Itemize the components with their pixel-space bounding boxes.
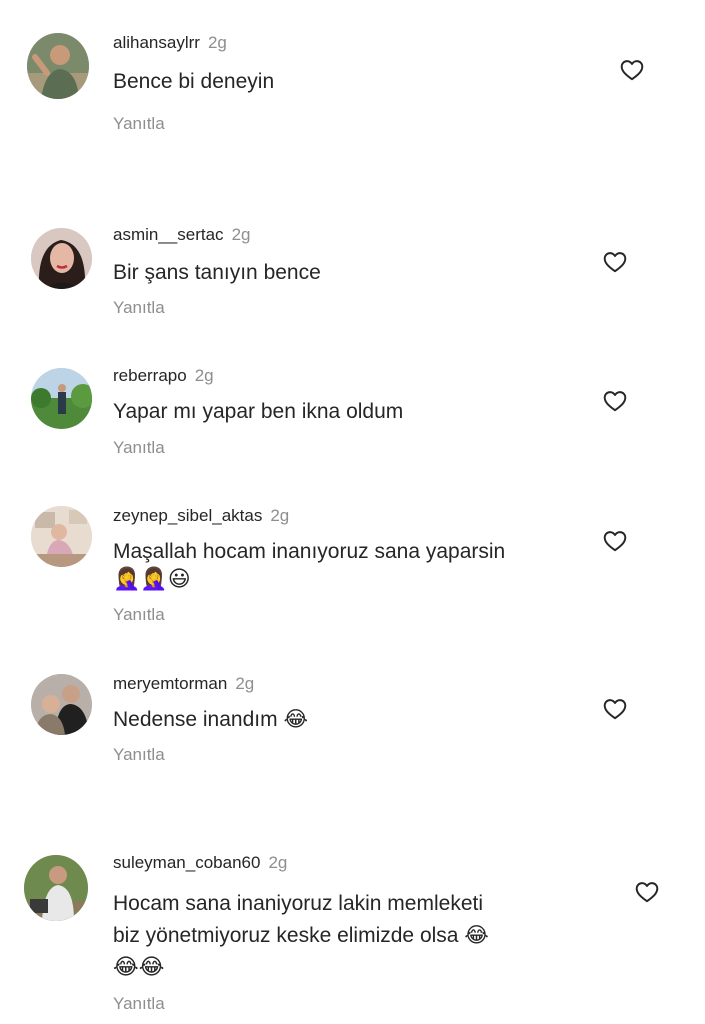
comment-text: Bence bi deneyin bbox=[113, 70, 275, 93]
username[interactable]: asmin__sertac bbox=[113, 225, 224, 244]
comment-text: Nedense inandım 😂 bbox=[113, 708, 308, 731]
heart-outline-icon[interactable] bbox=[634, 879, 660, 905]
reply-button[interactable]: Yanıtla bbox=[113, 114, 165, 134]
avatar-image bbox=[31, 228, 92, 289]
reply-button[interactable]: Yanıtla bbox=[113, 994, 165, 1014]
heart-outline-icon[interactable] bbox=[602, 249, 628, 275]
comment-text-line-1: Hocam sana inaniyoruz lakin memleketi bbox=[113, 892, 483, 915]
comment-item: reberrapo 2g Yapar mı yapar ben ikna oldu… bbox=[0, 340, 705, 480]
timestamp: 2g bbox=[235, 674, 255, 693]
heart-outline-icon[interactable] bbox=[602, 528, 628, 554]
timestamp: 2g bbox=[194, 366, 214, 385]
reply-button[interactable]: Yanıtla bbox=[113, 438, 165, 458]
heart-outline-icon[interactable] bbox=[602, 696, 628, 722]
username[interactable]: zeynep_sibel_aktas bbox=[113, 506, 262, 525]
comment-text: Bir şans tanıyın bence bbox=[113, 261, 321, 284]
username[interactable]: suleyman_coban60 bbox=[113, 853, 260, 872]
comment-meta: suleyman_coban60 2g bbox=[113, 853, 287, 873]
avatar-image bbox=[24, 855, 88, 921]
avatar[interactable] bbox=[31, 368, 92, 429]
avatar[interactable] bbox=[24, 855, 88, 921]
timestamp: 2g bbox=[231, 225, 251, 244]
comment-item: asmin__sertac 2g Bir şans tanıyın bence Y… bbox=[0, 190, 705, 340]
avatar[interactable] bbox=[27, 33, 89, 99]
comment-emoji-line: 😂😂 bbox=[113, 952, 164, 982]
comment-item: alihansaylrr 2g Bence bi deneyin Yanıtla bbox=[0, 0, 705, 190]
emoji-text: 😂😂 bbox=[113, 954, 165, 979]
reply-button[interactable]: Yanıtla bbox=[113, 298, 165, 318]
timestamp: 2g bbox=[207, 33, 227, 52]
avatar[interactable] bbox=[31, 674, 92, 735]
comment-meta: alihansaylrr 2g bbox=[113, 33, 227, 53]
comment-meta: zeynep_sibel_aktas 2g bbox=[113, 506, 289, 526]
avatar-image bbox=[31, 506, 92, 567]
reply-button[interactable]: Yanıtla bbox=[113, 745, 165, 765]
comment-meta: reberrapo 2g bbox=[113, 366, 214, 386]
avatar-image bbox=[27, 33, 89, 99]
username[interactable]: meryemtorman bbox=[113, 674, 227, 693]
username[interactable]: alihansaylrr bbox=[113, 33, 200, 52]
avatar-image bbox=[31, 368, 92, 429]
avatar-image bbox=[31, 674, 92, 735]
heart-outline-icon[interactable] bbox=[602, 388, 628, 414]
comment-item: meryemtorman 2g Nedense inandım 😂 Yanıtla bbox=[0, 650, 705, 840]
heart-outline-icon[interactable] bbox=[619, 57, 645, 83]
comment-item: zeynep_sibel_aktas 2g Maşallah hocam inan… bbox=[0, 480, 705, 650]
comment-emoji-line: 🤦‍♀️🤦‍♀️😃 bbox=[113, 564, 191, 594]
comment-meta: meryemtorman 2g bbox=[113, 674, 254, 694]
comment-meta: asmin__sertac 2g bbox=[113, 225, 250, 245]
comment-text-line-2: biz yönetmiyoruz keske elimizde olsa 😂 bbox=[113, 924, 489, 947]
emoji-text: 🤦‍♀️🤦‍♀️😃 bbox=[113, 566, 191, 591]
reply-button[interactable]: Yanıtla bbox=[113, 605, 165, 625]
timestamp: 2g bbox=[268, 853, 288, 872]
timestamp: 2g bbox=[270, 506, 290, 525]
username[interactable]: reberrapo bbox=[113, 366, 187, 385]
comment-text: Yapar mı yapar ben ikna oldum bbox=[113, 400, 404, 423]
comment-item: suleyman_coban60 2g Hocam sana inaniyoruz… bbox=[0, 840, 705, 1024]
avatar[interactable] bbox=[31, 228, 92, 289]
avatar[interactable] bbox=[31, 506, 92, 567]
